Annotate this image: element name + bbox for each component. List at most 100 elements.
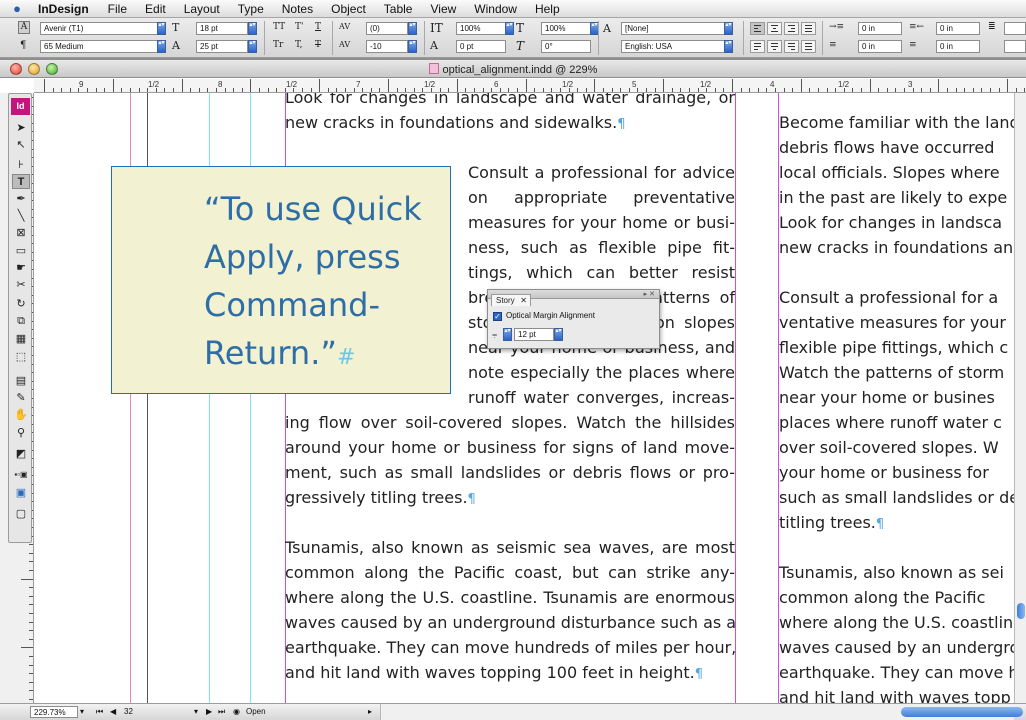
- right-indent-field[interactable]: 0 in: [936, 22, 980, 35]
- hand-tool-icon[interactable]: ✋: [12, 408, 30, 423]
- page-number[interactable]: 32: [124, 707, 133, 716]
- character-style-dropdown[interactable]: ▴▾: [724, 22, 733, 35]
- direct-selection-tool-icon[interactable]: ↖: [12, 138, 30, 153]
- document-canvas[interactable]: “To use Quick Apply, press Command- Retu…: [34, 93, 1014, 703]
- pull-quote-frame[interactable]: “To use Quick Apply, press Command- Retu…: [111, 166, 451, 394]
- left-indent-field[interactable]: 0 in: [858, 22, 902, 35]
- skew-field[interactable]: 0°: [541, 40, 591, 53]
- scale-tool-icon[interactable]: ⧉: [12, 314, 30, 329]
- story-panel[interactable]: ▸ ✕ Story ✕ ✓ Optical Margin Alignment ⩦ …: [487, 289, 660, 349]
- last-line-indent-field[interactable]: 0 in: [936, 40, 980, 53]
- menu-view[interactable]: View: [421, 2, 465, 16]
- close-tab-icon[interactable]: ✕: [520, 295, 527, 306]
- font-size-field[interactable]: 18 pt: [196, 22, 248, 35]
- normal-view-icon[interactable]: ▣: [12, 486, 30, 501]
- note-tool-icon[interactable]: ▤: [12, 374, 30, 389]
- first-line-indent-field[interactable]: 0 in: [858, 40, 902, 53]
- character-style-field[interactable]: [None]: [621, 22, 725, 35]
- app-menu[interactable]: InDesign: [34, 2, 99, 16]
- free-transform-tool-icon[interactable]: ⬚: [12, 350, 30, 365]
- vertical-scale-dropdown[interactable]: ▴▾: [505, 22, 514, 35]
- page-dropdown-icon[interactable]: ▾: [194, 707, 198, 716]
- font-style-field[interactable]: 65 Medium: [40, 40, 158, 53]
- font-family-field[interactable]: Avenir (T1): [40, 22, 158, 35]
- story-panel-tab[interactable]: Story ✕: [491, 294, 531, 306]
- horizontal-ruler[interactable]: 9 1/2 8 1/2 7 1/2 6 1/2 5 1/2 4 1/2 3: [34, 79, 1026, 93]
- space-before-field[interactable]: [1004, 22, 1026, 35]
- type-tool-icon[interactable]: T: [12, 174, 30, 189]
- font-style-dropdown[interactable]: ▴▾: [157, 40, 166, 53]
- horizontal-scrollbar[interactable]: [380, 704, 1023, 720]
- language-dropdown[interactable]: ▴▾: [724, 40, 733, 53]
- vertical-scale-field[interactable]: 100%: [456, 22, 506, 35]
- pen-tool-icon[interactable]: ✒: [12, 192, 30, 207]
- menu-table[interactable]: Table: [375, 2, 422, 16]
- justify-all-button[interactable]: [801, 40, 816, 53]
- paragraph-mode-icon[interactable]: ¶: [20, 40, 26, 51]
- justify-right-button[interactable]: [784, 40, 799, 53]
- justify-center-button[interactable]: [767, 40, 782, 53]
- menu-file[interactable]: File: [99, 2, 136, 16]
- pull-quote-text[interactable]: “To use Quick Apply, press Command- Retu…: [204, 185, 434, 382]
- rotate-tool-icon[interactable]: ↻: [12, 297, 30, 312]
- leading-dropdown[interactable]: ▴▾: [248, 40, 257, 53]
- align-towards-spine-button[interactable]: [801, 22, 816, 35]
- kerning-field[interactable]: (0): [366, 22, 408, 35]
- menu-notes[interactable]: Notes: [273, 2, 322, 16]
- status-menu-icon[interactable]: ▸: [368, 707, 372, 716]
- zoom-field[interactable]: 229.73%: [30, 706, 78, 718]
- horizontal-scroll-thumb[interactable]: [901, 707, 1023, 717]
- small-caps-icon[interactable]: Tr: [273, 40, 283, 50]
- right-column[interactable]: Become familiar with the land debris flo…: [779, 110, 1014, 703]
- button-tool-icon[interactable]: ☛: [12, 261, 30, 276]
- main-column-wrap-text[interactable]: Consult a professional for advice on app…: [468, 160, 735, 410]
- align-left-button[interactable]: [750, 22, 765, 35]
- font-family-dropdown[interactable]: ▴▾: [157, 22, 166, 35]
- space-after-field[interactable]: [1004, 40, 1026, 53]
- menu-help[interactable]: Help: [526, 2, 569, 16]
- font-size-dropdown[interactable]: ▴▾: [248, 22, 257, 35]
- rectangle-frame-tool-icon[interactable]: ⊠: [12, 226, 30, 241]
- tracking-dropdown[interactable]: ▴▾: [408, 40, 417, 53]
- tracking-field[interactable]: -10: [366, 40, 408, 53]
- main-column-body[interactable]: ing flow over soil-covered slopes. Watch…: [285, 410, 735, 685]
- character-mode-icon[interactable]: A: [18, 21, 30, 34]
- menu-edit[interactable]: Edit: [136, 2, 175, 16]
- previous-page-icon[interactable]: ◀: [110, 707, 116, 716]
- leading-field[interactable]: 25 pt: [196, 40, 248, 53]
- language-field[interactable]: English: USA: [621, 40, 725, 53]
- optical-size-dropdown[interactable]: ▴▾: [554, 328, 563, 341]
- vertical-scrollbar[interactable]: [1014, 93, 1026, 703]
- optical-size-field[interactable]: 12 pt: [514, 328, 554, 341]
- superscript-icon[interactable]: T': [295, 22, 303, 32]
- optical-margin-alignment-checkbox[interactable]: ✓: [493, 312, 502, 321]
- menu-type[interactable]: Type: [229, 2, 273, 16]
- optical-size-stepper[interactable]: ▴▾: [503, 328, 512, 341]
- subscript-icon[interactable]: T,: [295, 40, 303, 50]
- kerning-dropdown[interactable]: ▴▾: [408, 22, 417, 35]
- preview-mode-icon[interactable]: ▢: [12, 507, 30, 522]
- rectangle-tool-icon[interactable]: ▭: [12, 244, 30, 259]
- baseline-shift-field[interactable]: 0 pt: [456, 40, 506, 53]
- vertical-scroll-thumb[interactable]: [1017, 603, 1025, 619]
- selection-tool-icon[interactable]: ➤: [12, 121, 30, 136]
- menu-layout[interactable]: Layout: [175, 2, 229, 16]
- first-page-icon[interactable]: ⏮: [96, 707, 103, 717]
- main-column-top[interactable]: Look for changes in landscape and water …: [285, 93, 735, 135]
- panel-collapse-icon[interactable]: ▸ ✕: [644, 290, 655, 298]
- underline-icon[interactable]: T: [315, 22, 321, 32]
- next-page-icon[interactable]: ▶: [206, 707, 212, 716]
- line-tool-icon[interactable]: ╲: [12, 209, 30, 224]
- zoom-dropdown-icon[interactable]: ▾: [80, 707, 84, 716]
- strikethrough-icon[interactable]: T: [315, 40, 321, 50]
- gradient-tool-icon[interactable]: ▦: [12, 332, 30, 347]
- apple-menu-icon[interactable]: ●: [0, 1, 34, 16]
- align-right-button[interactable]: [784, 22, 799, 35]
- horizontal-scale-field[interactable]: 100%: [541, 22, 591, 35]
- all-caps-icon[interactable]: TT: [273, 22, 285, 32]
- menu-object[interactable]: Object: [322, 2, 375, 16]
- open-status-text[interactable]: Open: [246, 707, 266, 716]
- last-page-icon[interactable]: ⏭: [218, 707, 225, 717]
- menu-window[interactable]: Window: [465, 2, 526, 16]
- eyedropper-tool-icon[interactable]: ✎: [12, 391, 30, 406]
